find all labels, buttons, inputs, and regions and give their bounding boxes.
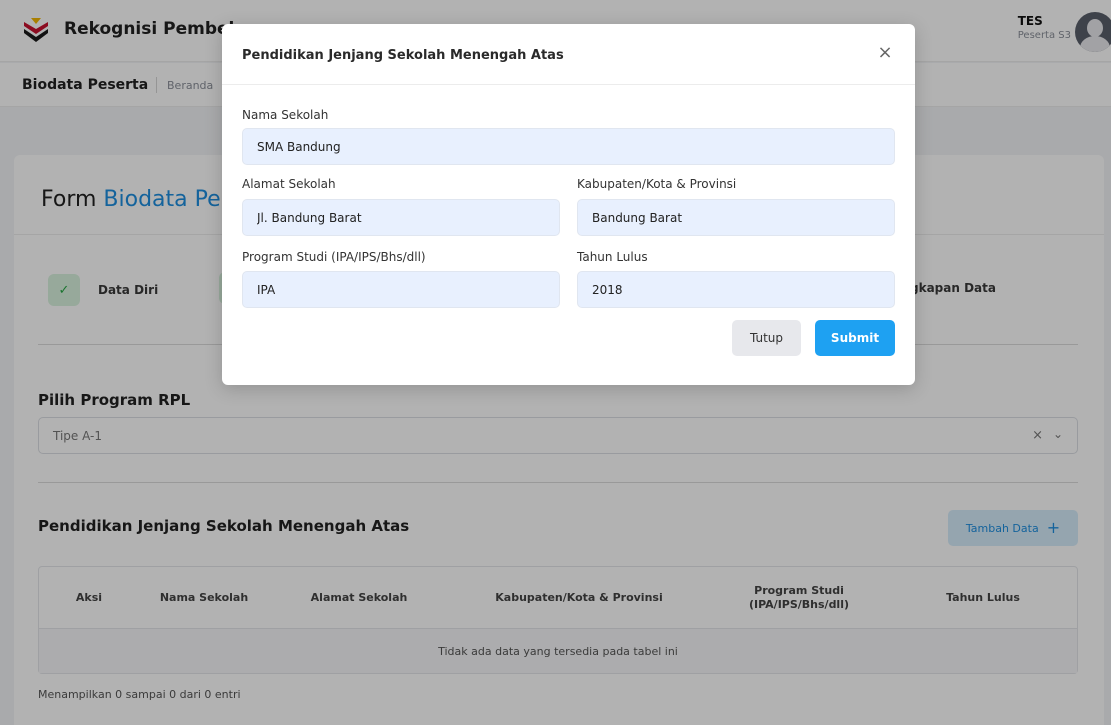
sma-modal: Pendidikan Jenjang Sekolah Menengah Atas… [222, 24, 915, 385]
nama-sekolah-input[interactable] [242, 128, 895, 165]
program-studi-input[interactable] [242, 271, 560, 308]
alamat-sekolah-label: Alamat Sekolah [242, 177, 336, 191]
kabupaten-label: Kabupaten/Kota & Provinsi [577, 177, 737, 191]
alamat-sekolah-input[interactable] [242, 199, 560, 236]
tutup-button[interactable]: Tutup [732, 320, 801, 356]
program-studi-label: Program Studi (IPA/IPS/Bhs/dll) [242, 250, 426, 264]
tahun-lulus-input[interactable] [577, 271, 895, 308]
modal-title: Pendidikan Jenjang Sekolah Menengah Atas [242, 48, 564, 63]
close-icon[interactable]: × [873, 41, 897, 65]
modal-header: Pendidikan Jenjang Sekolah Menengah Atas… [222, 24, 915, 85]
kabupaten-input[interactable] [577, 199, 895, 236]
submit-button[interactable]: Submit [815, 320, 895, 356]
tahun-lulus-label: Tahun Lulus [577, 250, 648, 264]
nama-sekolah-label: Nama Sekolah [242, 108, 329, 122]
